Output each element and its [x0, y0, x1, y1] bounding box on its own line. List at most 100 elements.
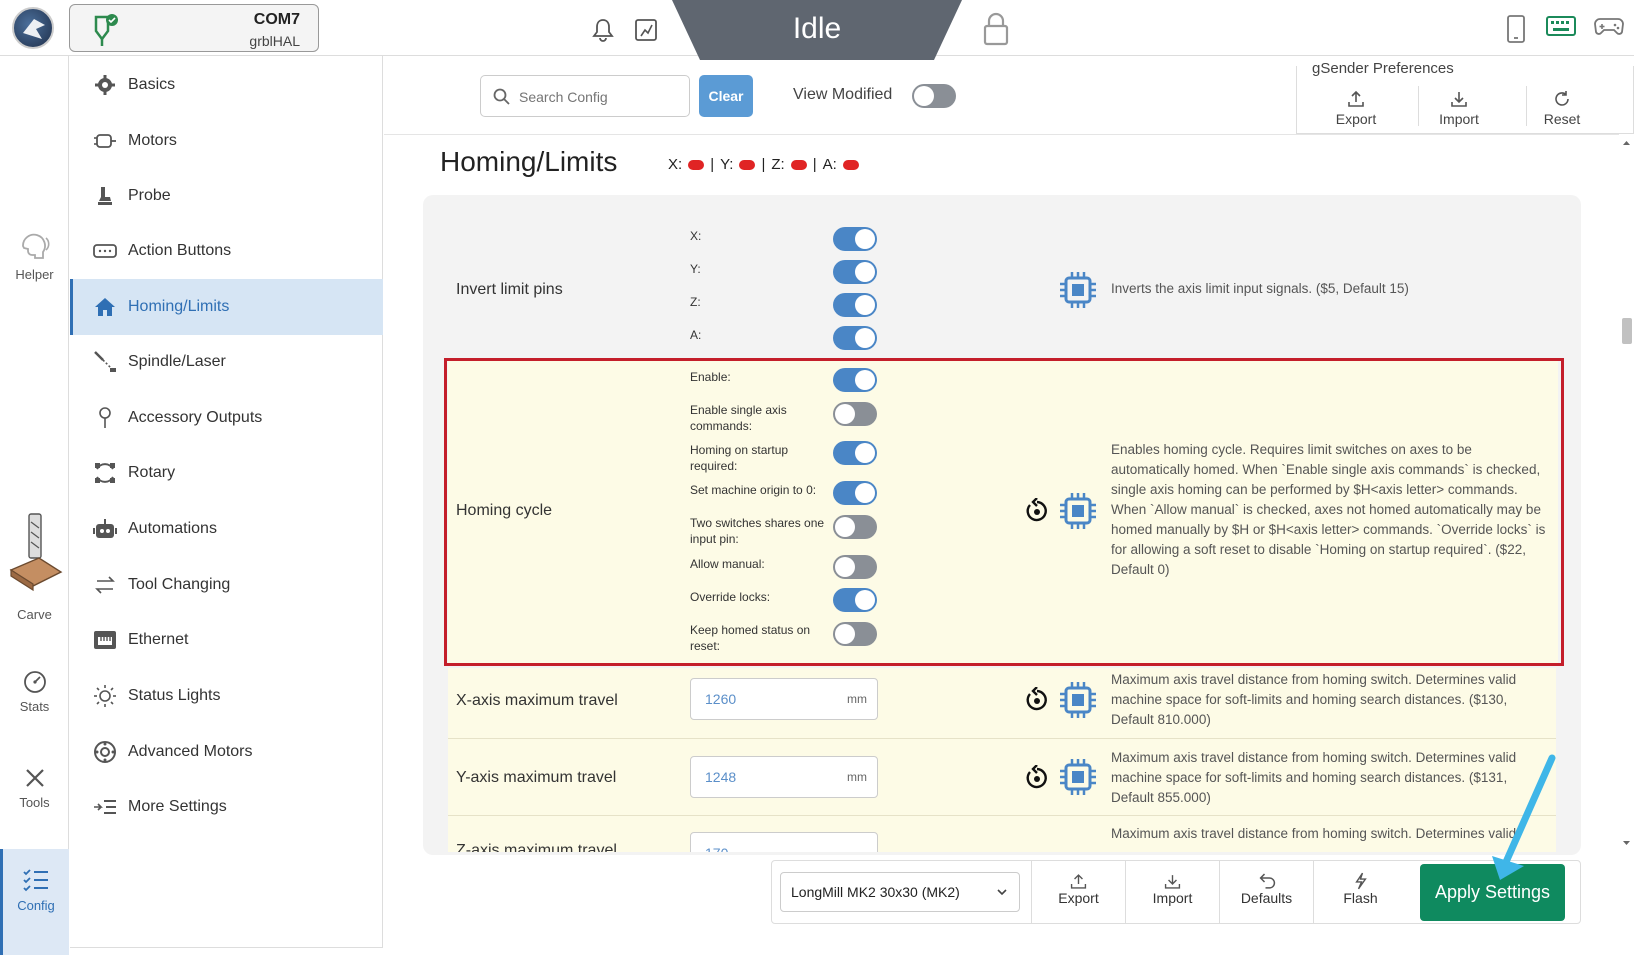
export-label: Export — [1058, 890, 1099, 906]
sun-icon — [92, 683, 118, 709]
prefs-export-button[interactable]: Export — [1316, 90, 1396, 127]
prefs-import-button[interactable]: Import — [1419, 90, 1499, 127]
export-button[interactable]: Export — [1031, 860, 1125, 924]
menu-item-label: Tool Changing — [128, 576, 231, 593]
search-input[interactable] — [519, 84, 679, 110]
machine-profile-select[interactable]: LongMill MK2 30x30 (MK2) — [780, 872, 1020, 912]
menu-item-advanced-motors[interactable]: Advanced Motors — [70, 724, 383, 780]
scrollbar-thumb[interactable] — [1622, 318, 1632, 344]
machine-status: Idle — [672, 0, 962, 60]
content-scrollbar[interactable] — [1619, 134, 1634, 854]
rail-stats-label: Stats — [19, 699, 50, 714]
home-icon — [92, 294, 118, 320]
chip-icon — [1060, 682, 1096, 718]
menu-item-label: Ethernet — [128, 631, 189, 648]
swap-icon — [92, 572, 118, 598]
menu-item-more-settings[interactable]: More Settings — [70, 779, 383, 835]
homing-allow-manual-toggle[interactable] — [833, 555, 877, 579]
rotary-icon — [92, 460, 118, 486]
homing-keep-status-label: Keep homed status on reset: — [690, 623, 811, 653]
connection-selector[interactable]: COM7 grblHAL — [69, 4, 319, 52]
invert-limit-pins-label: Invert limit pins — [456, 281, 563, 298]
homing-on-startup-label: Homing on startup required: — [690, 443, 789, 473]
rail-carve[interactable]: Carve — [0, 512, 69, 622]
menu-item-label: Automations — [128, 520, 217, 537]
gsender-logo — [12, 7, 54, 49]
invert-x-toggle[interactable] — [833, 227, 877, 251]
reset-default-icon[interactable] — [1024, 765, 1050, 791]
z-travel-input[interactable]: 170 — [690, 832, 878, 852]
homing-on-startup-toggle[interactable] — [833, 441, 877, 465]
reset-default-icon[interactable] — [1024, 498, 1050, 524]
import-label: Import — [1152, 890, 1193, 906]
homing-enable-toggle[interactable] — [833, 368, 877, 392]
homing-cycle-description: Enables homing cycle. Requires limit swi… — [1111, 442, 1546, 577]
homing-cycle-label: Homing cycle — [456, 502, 553, 519]
menu-item-label: More Settings — [128, 798, 227, 815]
axis-separator: | — [812, 156, 817, 173]
flash-button[interactable]: Flash — [1313, 860, 1407, 924]
homing-single-axis-toggle[interactable] — [833, 402, 877, 426]
menu-item-tool-changing[interactable]: Tool Changing — [70, 557, 383, 613]
homing-keep-status-toggle[interactable] — [833, 622, 877, 646]
defaults-button[interactable]: Defaults — [1219, 860, 1313, 924]
menu-item-status-lights[interactable]: Status Lights — [70, 668, 383, 724]
menu-item-label: Spindle/Laser — [128, 353, 226, 370]
x-travel-value: 1260 — [705, 691, 737, 707]
invert-z-toggle[interactable] — [833, 293, 877, 317]
config-menu: Basics Motors Probe Action Buttons Homin… — [70, 56, 383, 948]
gamepad-icon[interactable] — [1594, 14, 1624, 38]
rail-tools[interactable]: Tools — [0, 766, 69, 810]
invert-x-label: X: — [690, 229, 702, 243]
homing-two-switches-toggle[interactable] — [833, 515, 877, 539]
invert-y-label: Y: — [690, 262, 701, 276]
menu-item-accessory-outputs[interactable]: Accessory Outputs — [70, 390, 383, 446]
menu-item-motors[interactable]: Motors — [70, 113, 383, 169]
menu-item-ethernet[interactable]: Ethernet — [70, 612, 383, 668]
rail-helper-label: Helper — [15, 267, 54, 282]
menu-item-basics[interactable]: Basics — [70, 57, 383, 113]
download-icon — [1164, 875, 1181, 889]
x-travel-input[interactable]: 1260 mm — [690, 678, 878, 720]
robot-icon — [92, 516, 118, 542]
menu-item-homing-limits[interactable]: Homing/Limits — [70, 279, 383, 335]
prefs-reset-button[interactable]: Reset — [1522, 90, 1602, 127]
homing-origin-zero-toggle[interactable] — [833, 481, 877, 505]
flash-label: Flash — [1343, 890, 1378, 906]
search-config-box[interactable] — [480, 75, 690, 117]
axis-limit-status: X: | Y: | Z: | A: — [668, 156, 859, 173]
axis-a-indicator — [842, 159, 859, 170]
mobile-icon[interactable] — [1504, 14, 1528, 44]
rail-helper[interactable]: Helper — [0, 232, 69, 282]
invert-a-label: A: — [690, 328, 702, 342]
menu-item-spindle-laser[interactable]: Spindle/Laser — [70, 334, 383, 390]
y-travel-label: Y-axis maximum travel — [456, 769, 617, 786]
y-travel-input[interactable]: 1248 mm — [690, 756, 878, 798]
menu-item-automations[interactable]: Automations — [70, 501, 383, 557]
bell-icon[interactable] — [592, 18, 614, 42]
import-button[interactable]: Import — [1125, 860, 1219, 924]
top-right-icons — [1504, 14, 1624, 44]
view-modified-toggle[interactable] — [912, 84, 956, 108]
homing-override-locks-label: Override locks: — [690, 590, 771, 604]
invert-a-toggle[interactable] — [833, 326, 877, 350]
y-travel-unit: mm — [847, 770, 867, 784]
clear-button[interactable]: Clear — [699, 75, 753, 117]
invert-z-label: Z: — [690, 295, 701, 309]
axis-x-label: X: — [668, 156, 683, 173]
com-port: COM7 — [253, 11, 300, 28]
menu-item-action-buttons[interactable]: Action Buttons — [70, 223, 383, 279]
reset-default-icon[interactable] — [1024, 687, 1050, 713]
homing-two-switches-label: Two switches shares one input pin: — [690, 516, 825, 546]
keyboard-icon[interactable] — [1546, 14, 1576, 38]
menu-item-probe[interactable]: Probe — [70, 168, 383, 224]
advanced-motor-icon — [92, 739, 118, 765]
lock-icon[interactable] — [982, 12, 1010, 46]
menu-item-rotary[interactable]: Rotary — [70, 445, 383, 501]
firmware-tools-icon[interactable] — [634, 18, 658, 42]
rail-stats[interactable]: Stats — [0, 668, 69, 714]
y-travel-description: Maximum axis travel distance from homing… — [1111, 750, 1517, 805]
invert-y-toggle[interactable] — [833, 260, 877, 284]
homing-override-locks-toggle[interactable] — [833, 588, 877, 612]
rail-config[interactable]: Config — [0, 849, 69, 955]
